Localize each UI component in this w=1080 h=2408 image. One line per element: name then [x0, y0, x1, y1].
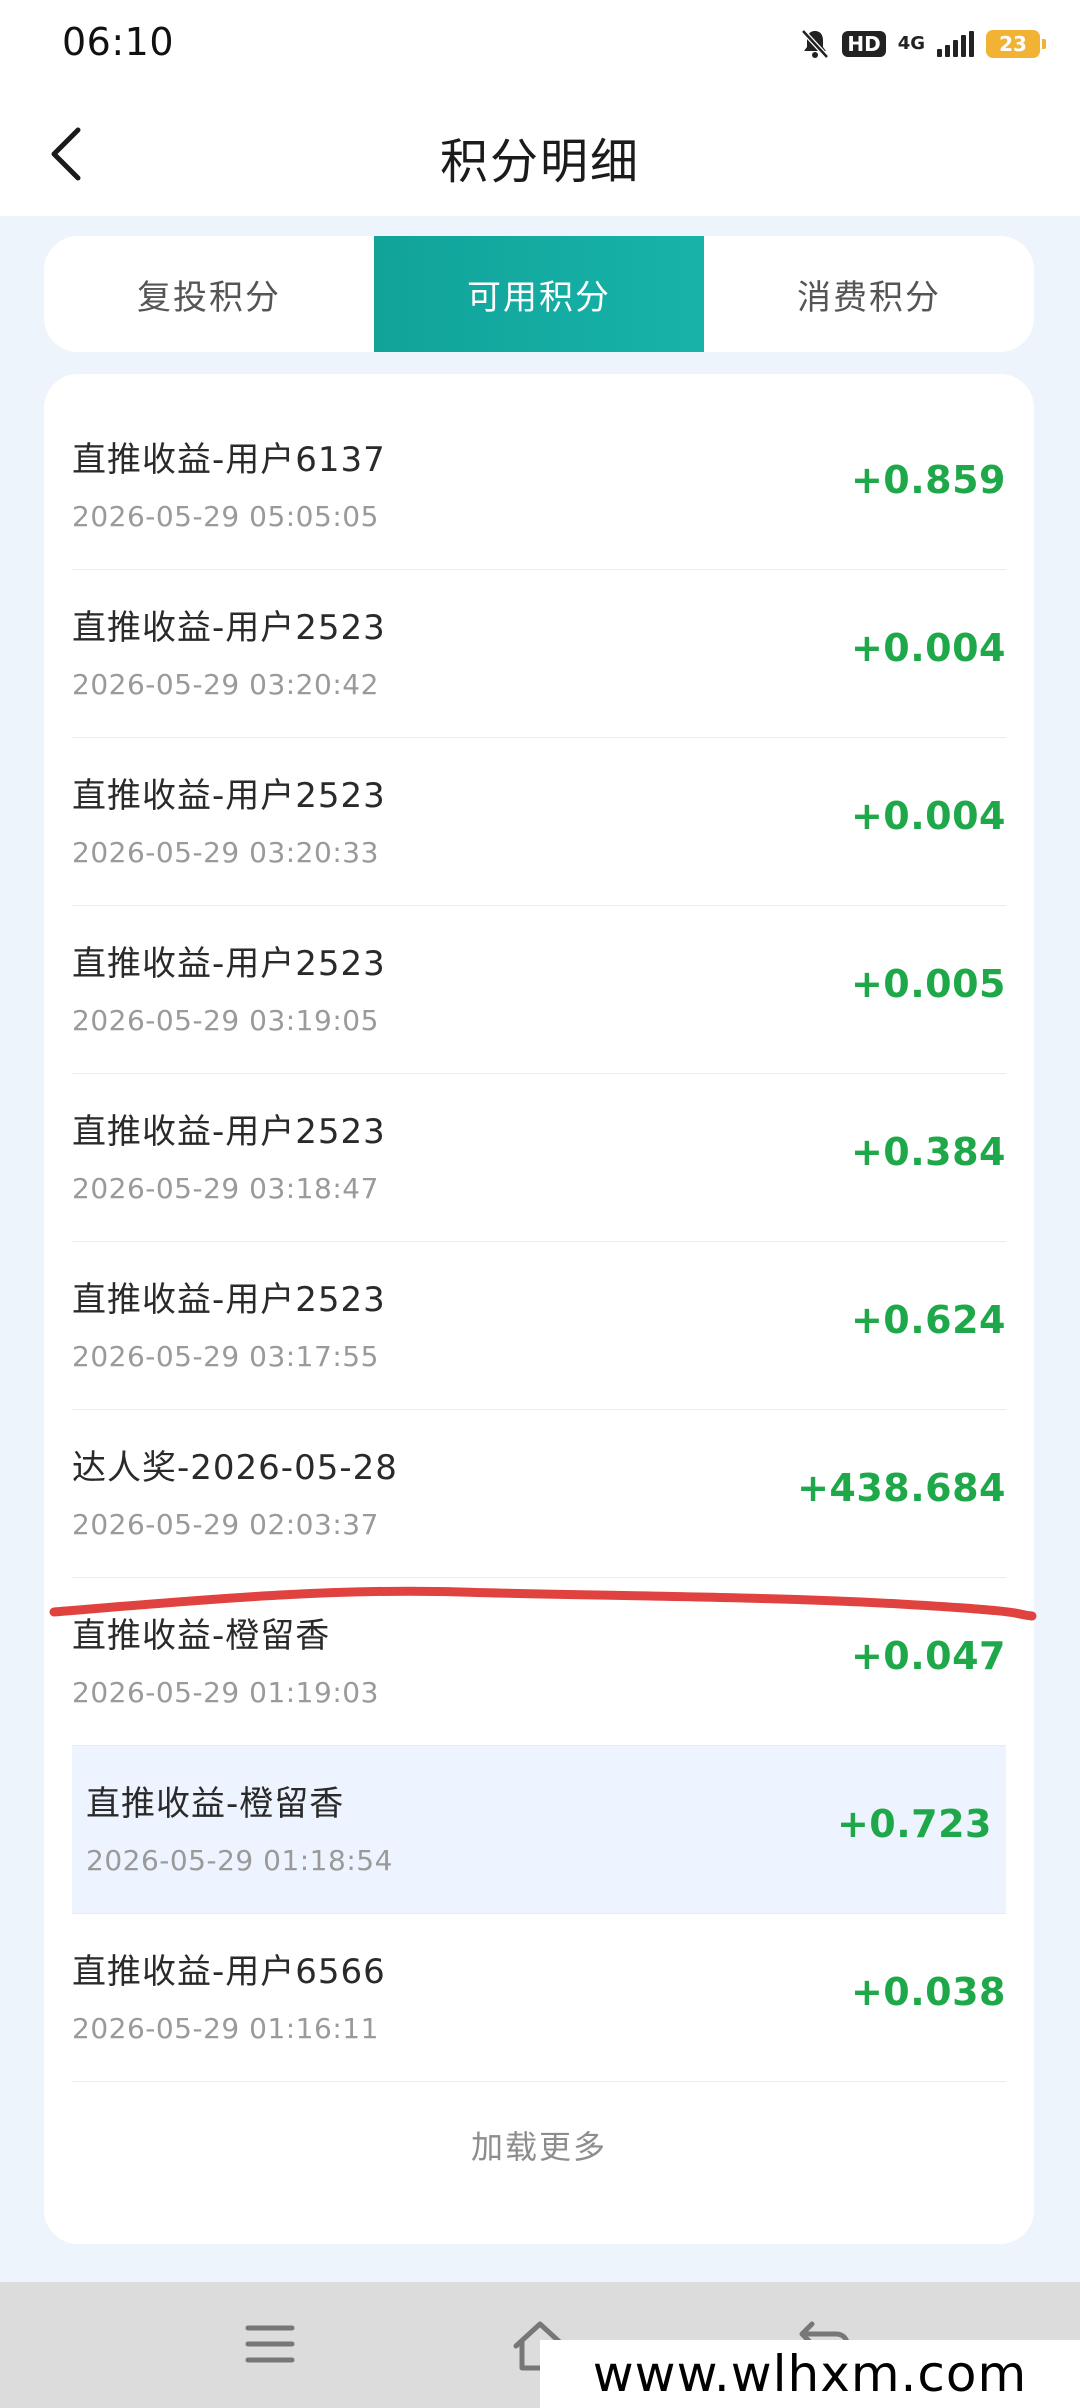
record-title: 直推收益-用户2523: [72, 608, 386, 648]
status-time: 06:10: [62, 20, 175, 64]
battery-icon: 23: [986, 30, 1046, 58]
record-title: 直推收益-用户2523: [72, 1112, 386, 1152]
record-title: 直推收益-用户2523: [72, 776, 386, 816]
list-item[interactable]: 直推收益-用户2523 2026-05-29 03:19:05 +0.005: [72, 906, 1006, 1074]
list-item[interactable]: 直推收益-用户2523 2026-05-29 03:20:42 +0.004: [72, 570, 1006, 738]
record-time: 2026-05-29 05:05:05: [72, 500, 379, 533]
record-time: 2026-05-29 03:20:33: [72, 836, 379, 869]
record-amount: +0.047: [850, 1634, 1006, 1678]
record-time: 2026-05-29 03:17:55: [72, 1340, 379, 1373]
record-time: 2026-05-29 02:03:37: [72, 1508, 379, 1541]
record-title: 直推收益-用户6566: [72, 1952, 386, 1992]
record-title: 达人奖-2026-05-28: [72, 1448, 398, 1488]
load-more-link[interactable]: 加载更多: [44, 2122, 1034, 2168]
record-title: 直推收益-橙留香: [86, 1784, 345, 1824]
record-title: 直推收益-用户6137: [72, 440, 386, 480]
record-time: 2026-05-29 03:18:47: [72, 1172, 379, 1205]
tab-reinvest-points[interactable]: 复投积分: [44, 236, 374, 352]
record-time: 2026-05-29 03:20:42: [72, 668, 379, 701]
record-amount: +0.005: [850, 962, 1006, 1006]
record-amount: +0.004: [850, 794, 1006, 838]
record-amount: +0.038: [850, 1970, 1006, 2014]
list-item[interactable]: 直推收益-橙留香 2026-05-29 01:18:54 +0.723: [72, 1746, 1006, 1914]
list-item[interactable]: 直推收益-用户2523 2026-05-29 03:20:33 +0.004: [72, 738, 1006, 906]
bell-muted-icon: [800, 28, 830, 60]
tab-available-points[interactable]: 可用积分: [374, 236, 704, 352]
record-amount: +0.004: [850, 626, 1006, 670]
list-item[interactable]: 直推收益-用户2523 2026-05-29 03:17:55 +0.624: [72, 1242, 1006, 1410]
record-time: 2026-05-29 03:19:05: [72, 1004, 379, 1037]
status-icons: HD 4G 23: [800, 22, 1046, 66]
record-title: 直推收益-用户2523: [72, 944, 386, 984]
status-bar: 06:10 HD 4G 23: [0, 0, 1080, 86]
list-item[interactable]: 直推收益-橙留香 2026-05-29 01:19:03 +0.047: [72, 1578, 1006, 1746]
tab-consumption-points[interactable]: 消费积分: [704, 236, 1034, 352]
hd-badge: HD: [842, 31, 886, 57]
list-item[interactable]: 直推收益-用户2523 2026-05-29 03:18:47 +0.384: [72, 1074, 1006, 1242]
list-item[interactable]: 达人奖-2026-05-28 2026-05-29 02:03:37 +438.…: [72, 1410, 1006, 1578]
record-amount: +438.684: [797, 1466, 1006, 1510]
list-item[interactable]: 直推收益-用户6566 2026-05-29 01:16:11 +0.038: [72, 1914, 1006, 2082]
record-time: 2026-05-29 01:19:03: [72, 1676, 379, 1709]
record-time: 2026-05-29 01:16:11: [72, 2012, 379, 2045]
watermark-text: www.wlhxm.com: [540, 2340, 1080, 2408]
menu-icon[interactable]: [230, 2312, 310, 2378]
record-time: 2026-05-29 01:18:54: [86, 1844, 393, 1877]
record-title: 直推收益-用户2523: [72, 1280, 386, 1320]
records-list: 直推收益-用户6137 2026-05-29 05:05:05 +0.859 直…: [72, 402, 1006, 2082]
signal-icon: [937, 31, 974, 57]
record-title: 直推收益-橙留香: [72, 1616, 331, 1656]
network-label: 4G: [897, 33, 925, 54]
record-amount: +0.624: [850, 1298, 1006, 1342]
page-header: 积分明细: [0, 86, 1080, 216]
record-amount: +0.723: [836, 1802, 992, 1846]
record-amount: +0.859: [850, 458, 1006, 502]
page-title: 积分明细: [439, 134, 640, 190]
record-amount: +0.384: [850, 1130, 1006, 1174]
records-card: 直推收益-用户6137 2026-05-29 05:05:05 +0.859 直…: [44, 374, 1034, 2244]
list-item[interactable]: 直推收益-用户6137 2026-05-29 05:05:05 +0.859: [72, 402, 1006, 570]
points-tabs: 复投积分 可用积分 消费积分: [44, 236, 1034, 352]
